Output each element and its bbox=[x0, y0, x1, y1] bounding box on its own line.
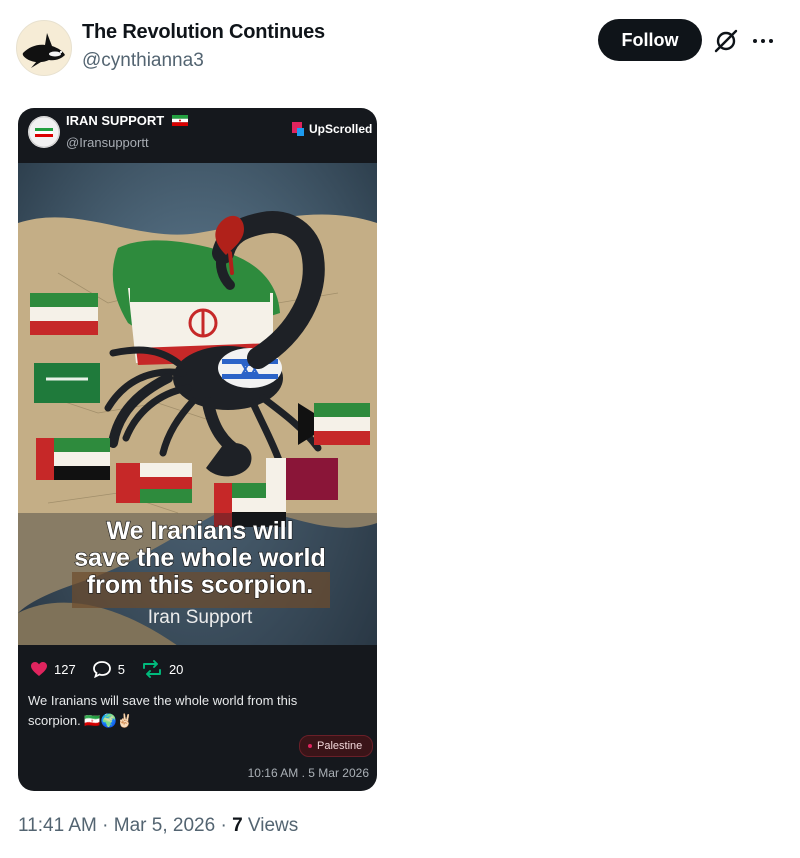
image-headline-line-2: save the whole world bbox=[74, 544, 325, 572]
repost-icon bbox=[142, 660, 161, 678]
more-horizontal-icon[interactable] bbox=[750, 28, 776, 54]
tag-label: Palestine bbox=[317, 740, 363, 752]
embedded-post-card[interactable]: IRAN SUPPORT @Iransupportt UpScrolled We… bbox=[18, 108, 377, 791]
card-account-name: IRAN SUPPORT bbox=[66, 113, 188, 128]
heart-icon bbox=[31, 662, 47, 676]
card-account-name-text: IRAN SUPPORT bbox=[66, 113, 165, 128]
user-handle[interactable]: @cynthianna3 bbox=[82, 50, 204, 72]
image-headline-line-1: We Iranians will bbox=[106, 517, 293, 545]
meta-separator-1: · bbox=[102, 815, 109, 836]
card-stats: 127 5 20 bbox=[30, 660, 199, 678]
like-stat[interactable]: 127 bbox=[30, 661, 76, 677]
card-brand: UpScrolled bbox=[290, 120, 372, 138]
post-meta: 11:41 AM · Mar 5, 2026 · 7 Views bbox=[18, 815, 298, 837]
display-name[interactable]: The Revolution Continues bbox=[82, 21, 325, 44]
card-post-text: We Iranians will save the whole world fr… bbox=[28, 693, 298, 728]
views-label: Views bbox=[247, 815, 299, 836]
follow-button[interactable]: Follow bbox=[598, 19, 702, 61]
like-count: 127 bbox=[54, 661, 76, 677]
grok-icon[interactable] bbox=[712, 27, 740, 55]
card-brand-label: UpScrolled bbox=[309, 122, 373, 136]
post-time[interactable]: 11:41 AM bbox=[18, 815, 97, 836]
post-date[interactable]: Mar 5, 2026 bbox=[114, 815, 215, 836]
comment-count: 5 bbox=[117, 661, 125, 677]
repost-count: 20 bbox=[168, 661, 184, 677]
avatar[interactable] bbox=[16, 20, 72, 76]
meta-separator-2: · bbox=[220, 815, 227, 836]
tag-dot bbox=[308, 744, 312, 749]
card-timestamp: 10:16 AM . 5 Mar 2026 bbox=[247, 766, 369, 780]
upscrolled-logo-icon bbox=[292, 122, 304, 136]
orca-icon bbox=[22, 33, 66, 68]
iran-flag-icon bbox=[171, 115, 188, 127]
comment-icon bbox=[92, 661, 111, 678]
image-byline: Iran Support bbox=[148, 607, 253, 628]
comment-stat[interactable]: 5 bbox=[92, 660, 125, 678]
card-avatar bbox=[28, 116, 60, 148]
card-account-handle: @Iransupportt bbox=[66, 135, 149, 150]
palestine-tag[interactable]: Palestine bbox=[299, 735, 374, 757]
views-count: 7 bbox=[232, 815, 243, 836]
image-headline-line-3: from this scorpion. bbox=[87, 571, 313, 599]
repost-stat[interactable]: 20 bbox=[141, 660, 183, 678]
